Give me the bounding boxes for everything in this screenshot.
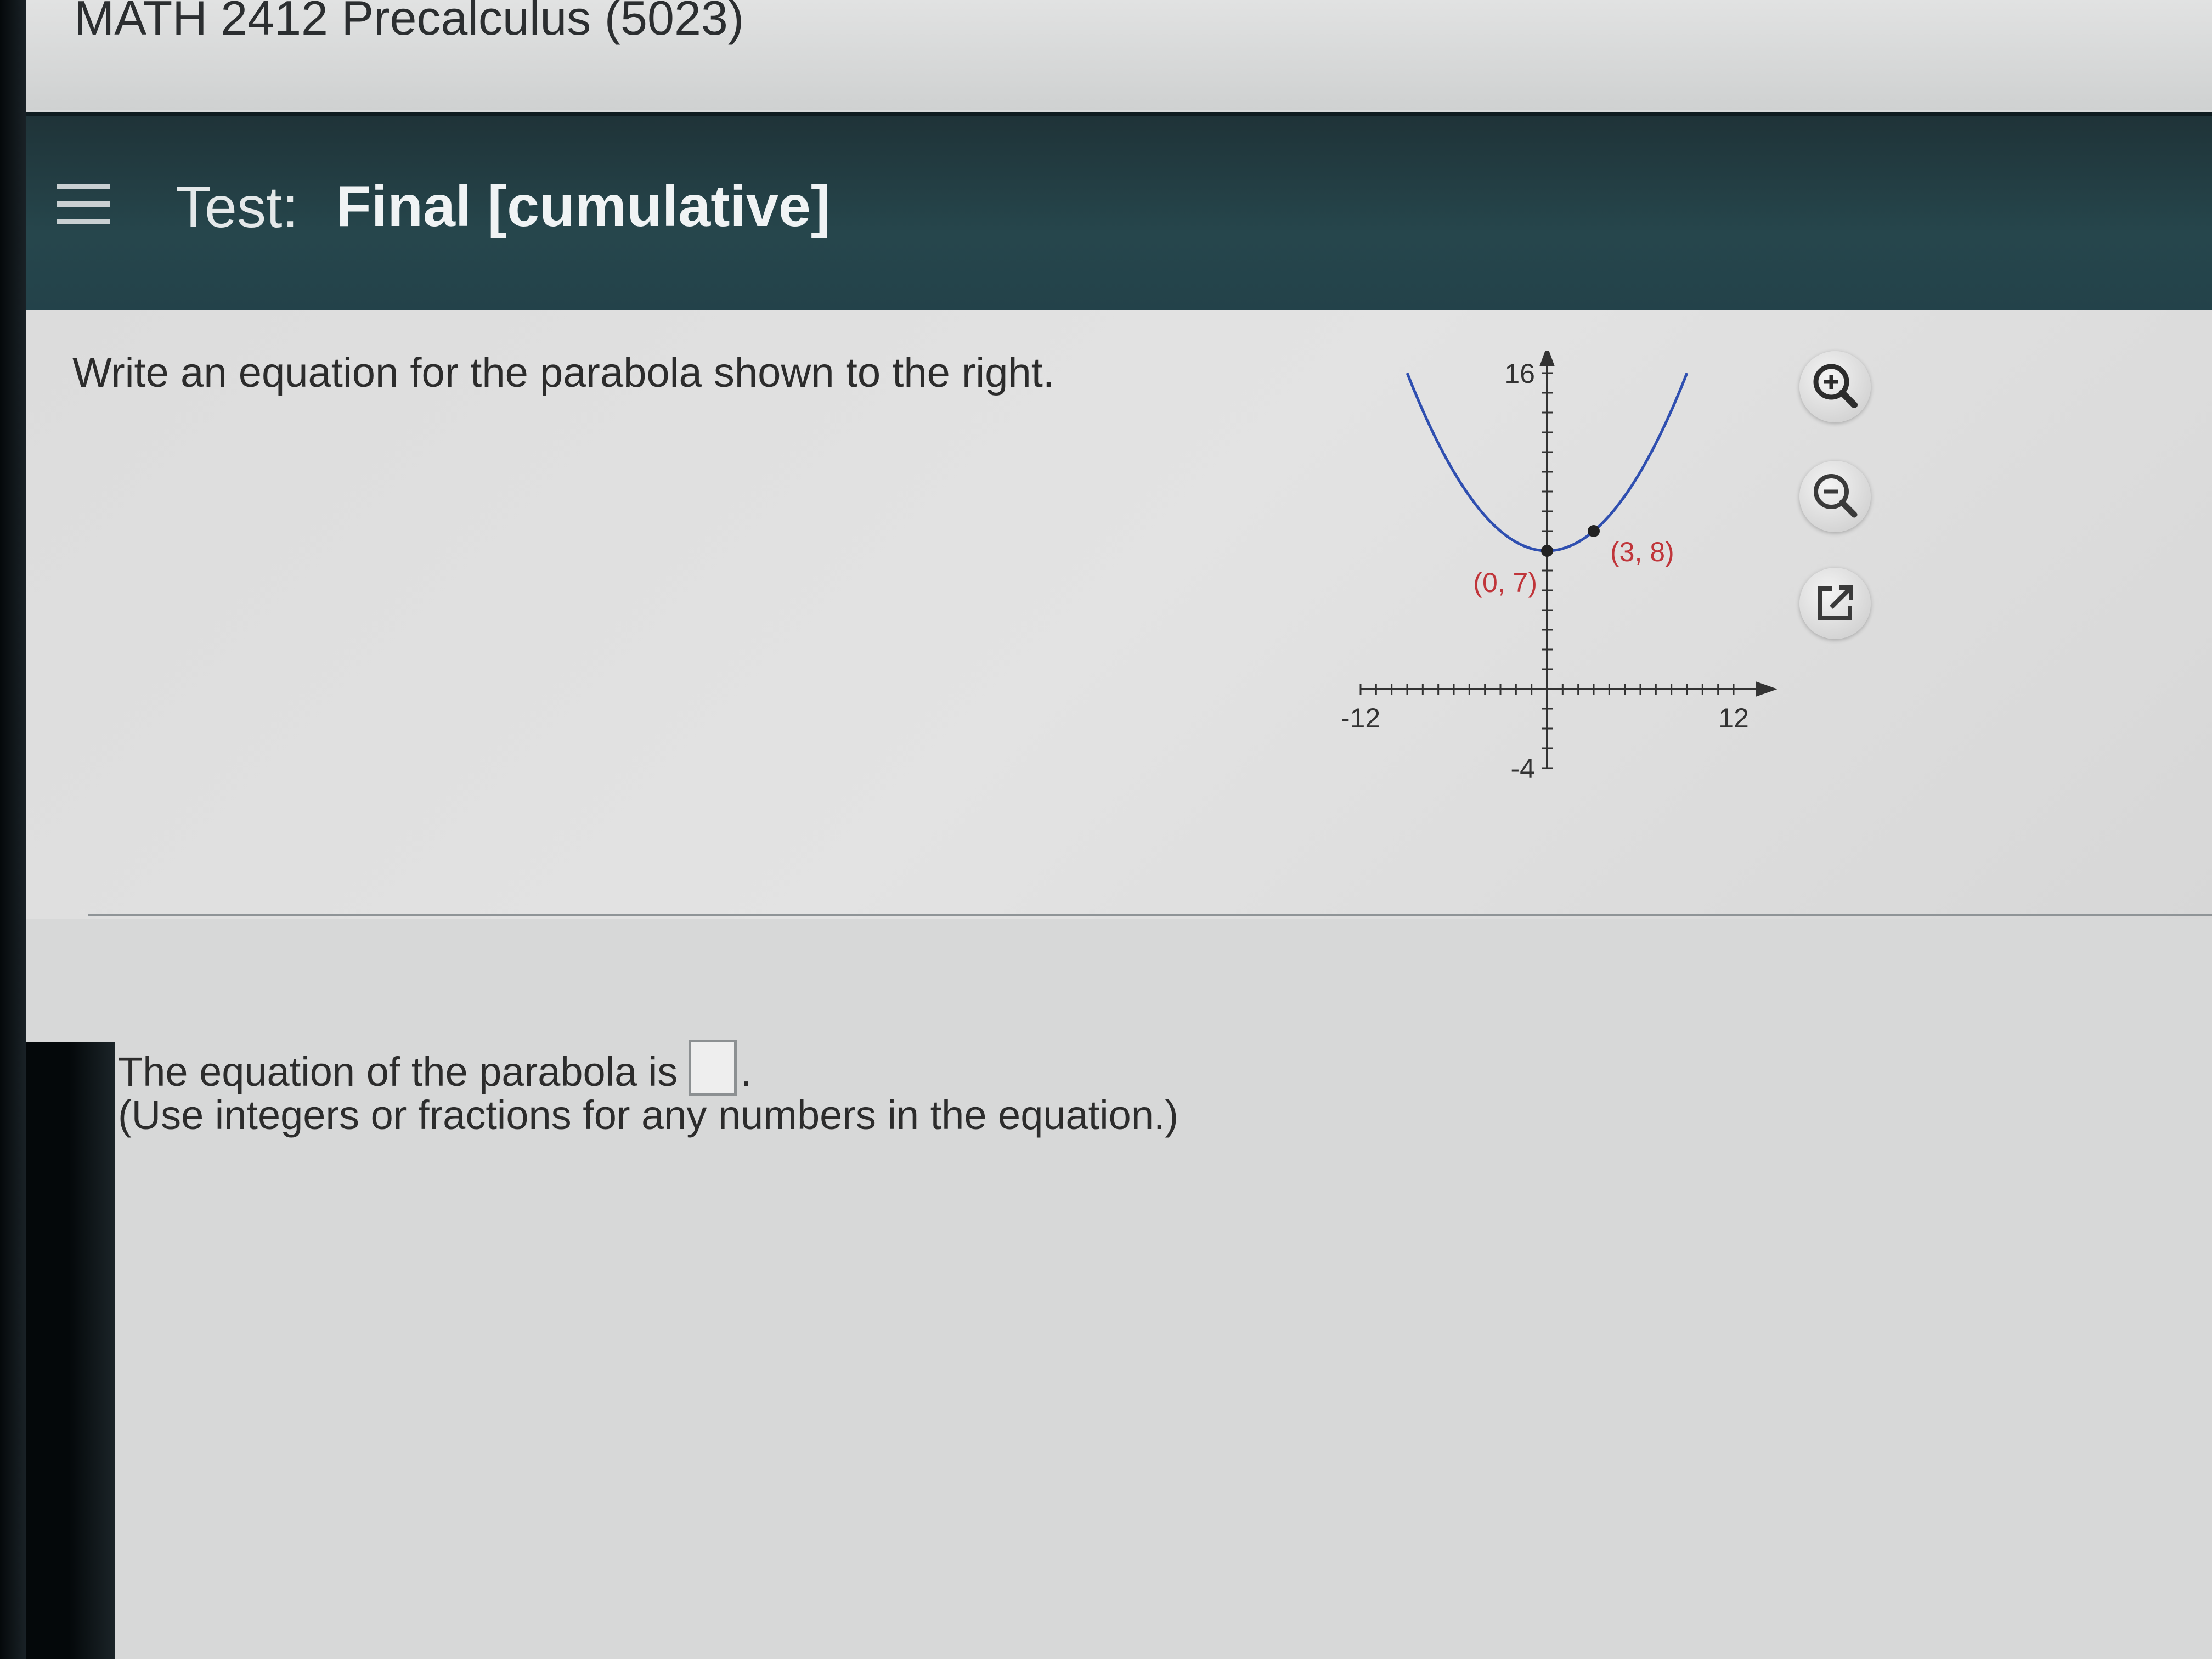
data-point bbox=[1541, 545, 1553, 557]
zoom-in-button[interactable] bbox=[1799, 351, 1871, 422]
hamburger-menu-icon[interactable] bbox=[57, 184, 110, 228]
popout-icon bbox=[1818, 585, 1853, 620]
test-header-bar bbox=[0, 112, 2212, 313]
point-label: (0, 7) bbox=[1473, 567, 1537, 598]
answer-statement: The equation of the parabola is. bbox=[118, 1040, 752, 1096]
equation-answer-input[interactable] bbox=[689, 1040, 737, 1096]
monitor-bezel bbox=[0, 0, 26, 1659]
x-tick-label: 12 bbox=[1718, 703, 1749, 733]
y-axis-arrow bbox=[1539, 351, 1555, 366]
x-tick-label: -12 bbox=[1341, 703, 1380, 733]
x-axis-arrow bbox=[1756, 681, 1778, 697]
y-tick-label: 16 bbox=[1504, 358, 1535, 389]
y-tick-label: -4 bbox=[1511, 753, 1535, 784]
question-prompt: Write an equation for the parabola shown… bbox=[72, 349, 1054, 396]
point-label: (3, 8) bbox=[1610, 537, 1674, 567]
zoom-out-icon bbox=[1814, 474, 1858, 518]
test-name: Final [cumulative] bbox=[336, 174, 831, 239]
zoom-out-button[interactable] bbox=[1799, 461, 1871, 532]
course-title: MATH 2412 Precalculus (5023) bbox=[74, 0, 744, 45]
screen: MATH 2412 Precalculus (5023) Test: Final… bbox=[0, 0, 2212, 1659]
zoom-in-icon bbox=[1813, 364, 1858, 408]
parabola-graph: -12 12 16 -4 (0, 7) (3, 8) bbox=[1341, 351, 1778, 784]
test-label: Test: bbox=[176, 175, 298, 240]
answer-instruction: (Use integers or fractions for any numbe… bbox=[118, 1092, 1179, 1138]
question-panel bbox=[26, 310, 2212, 919]
course-header: MATH 2412 Precalculus (5023) bbox=[0, 0, 2212, 110]
popout-button[interactable] bbox=[1799, 568, 1871, 639]
section-divider bbox=[88, 914, 2212, 916]
answer-suffix: . bbox=[740, 1049, 752, 1094]
data-point bbox=[1588, 525, 1600, 537]
answer-prefix: The equation of the parabola is bbox=[118, 1049, 678, 1094]
